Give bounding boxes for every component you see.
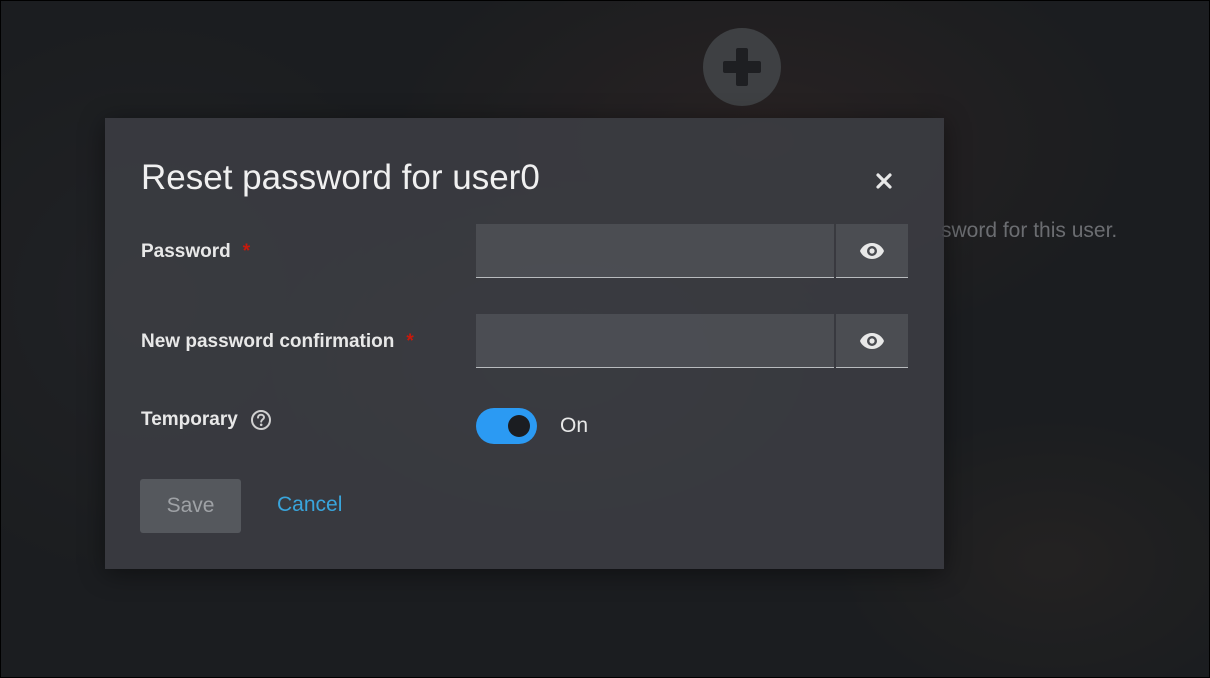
modal-title: Reset password for user0 <box>141 158 540 197</box>
required-indicator: * <box>406 331 414 352</box>
eye-icon <box>860 332 884 349</box>
plus-circle-icon <box>703 28 781 106</box>
background-text: sword for this user. <box>941 219 1118 242</box>
eye-icon <box>860 242 884 259</box>
password-input-group <box>476 224 908 278</box>
page: sword for this user. Reset password for … <box>0 0 1210 678</box>
show-password-button[interactable] <box>836 224 908 278</box>
toggle-knob <box>508 415 530 437</box>
temporary-label-text: Temporary <box>141 409 238 430</box>
show-confirm-password-button[interactable] <box>836 314 908 368</box>
password-label: Password * <box>141 241 250 263</box>
confirm-password-input[interactable] <box>476 314 834 368</box>
confirm-password-label-text: New password confirmation <box>141 331 395 352</box>
confirm-password-input-group <box>476 314 908 368</box>
temporary-toggle-state: On <box>560 414 589 437</box>
required-indicator: * <box>242 241 251 262</box>
question-circle-icon[interactable] <box>250 409 272 431</box>
close-button[interactable] <box>871 168 897 194</box>
password-input[interactable] <box>476 224 834 278</box>
temporary-toggle[interactable] <box>476 408 537 444</box>
confirm-password-label: New password confirmation * <box>141 331 414 353</box>
save-button[interactable]: Save <box>140 479 241 533</box>
cancel-button[interactable]: Cancel <box>277 493 342 517</box>
close-icon <box>876 173 892 189</box>
temporary-label: Temporary <box>141 409 272 431</box>
reset-password-modal: Reset password for user0 Password * New <box>105 118 944 569</box>
password-label-text: Password <box>141 241 231 262</box>
